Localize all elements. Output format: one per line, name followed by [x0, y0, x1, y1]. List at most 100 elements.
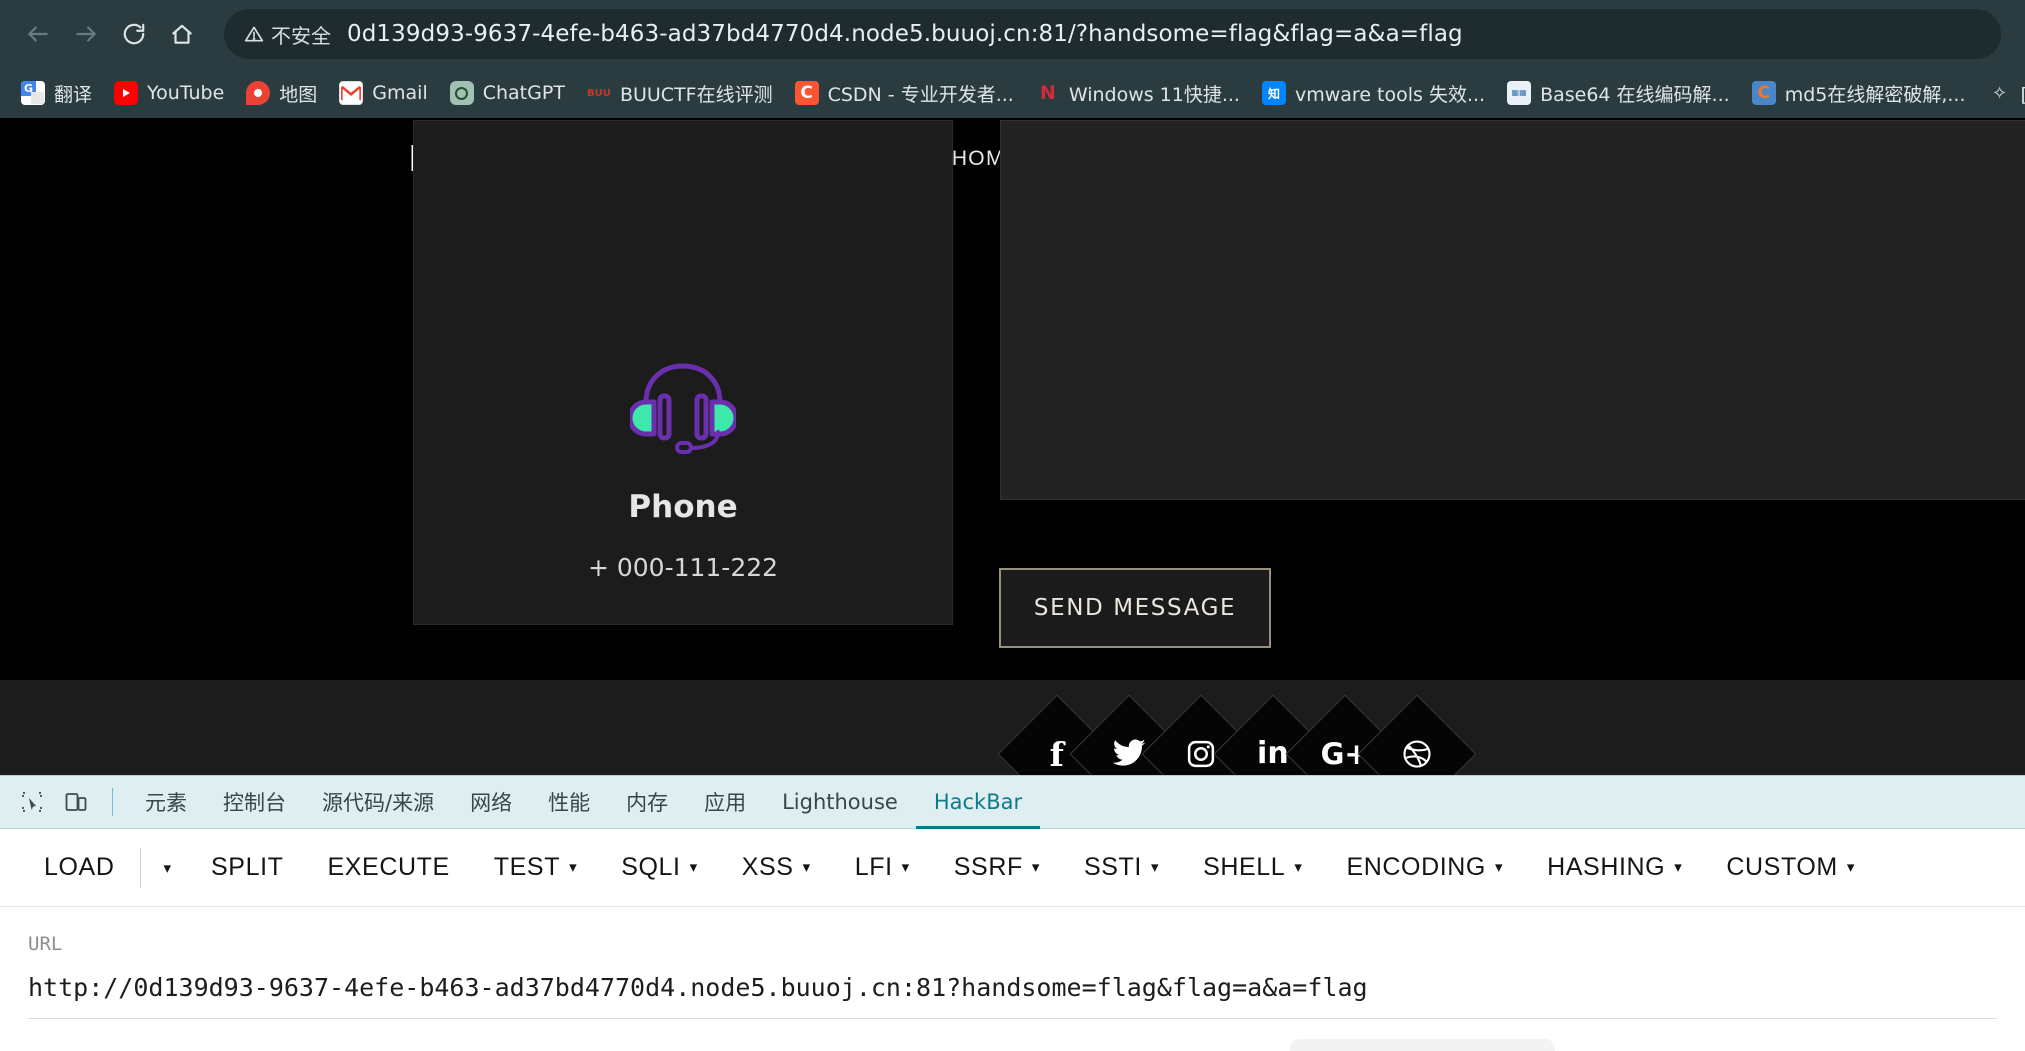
bookmark-item[interactable]: Gmail	[328, 76, 438, 110]
bookmark-label: md5在线解密破解,...	[1784, 83, 1966, 106]
chevron-down-icon: ▾	[1294, 859, 1303, 876]
hackbar-lfi-label: LFI	[854, 853, 893, 881]
warning-triangle-icon	[244, 26, 264, 42]
arrow-right-icon	[76, 26, 96, 42]
bookmark-item[interactable]: C CSDN - 专业开发者...	[784, 75, 1025, 112]
address-bar[interactable]: 不安全 0d139d93-9637-4efe-b463-ad37bd4770d4…	[224, 9, 2001, 59]
bookmark-item[interactable]: 地图	[235, 75, 328, 112]
chevron-down-icon: ▾	[1031, 859, 1040, 876]
contact-section: Phone + 000-111-222 SEND MESSAGE	[0, 120, 2025, 680]
hackbar-ssti-menu[interactable]: SSTI ▾	[1062, 853, 1181, 882]
zhihu-icon: 知	[1261, 81, 1286, 105]
device-toolbar-icon[interactable]	[54, 780, 98, 824]
hackbar-ssrf-menu[interactable]: SSRF ▾	[932, 853, 1062, 882]
devtools-tab-sources[interactable]: 源代码/来源	[304, 776, 452, 829]
hackbar-xss-menu[interactable]: XSS ▾	[720, 853, 833, 882]
security-status-chip[interactable]: 不安全	[244, 20, 347, 49]
message-textarea[interactable]	[1000, 120, 2025, 500]
forward-button[interactable]	[62, 10, 110, 58]
hackbar-url-label: URL	[28, 933, 63, 955]
bookmark-item[interactable]: C md5在线解密破解,...	[1741, 75, 1977, 112]
chevron-down-icon: ▾	[1674, 859, 1683, 876]
home-button[interactable]	[158, 10, 206, 58]
bookmark-item[interactable]: ChatGPT	[439, 76, 576, 110]
inspect-element-icon[interactable]	[10, 780, 54, 824]
devtools-panel: 元素 控制台 源代码/来源 网络 性能 内存 应用 Lighthouse Hac…	[0, 775, 2025, 1051]
send-message-button[interactable]: SEND MESSAGE	[999, 568, 1271, 648]
hackbar-lfi-menu[interactable]: LFI ▾	[833, 853, 932, 882]
bookmarks-bar: G 翻译 YouTube 地图 Gmail ChatGPT BUU BUUCTF…	[0, 68, 2025, 118]
hackbar-ssti-label: SSTI	[1083, 853, 1142, 881]
hackbar-hashing-menu[interactable]: HASHING ▾	[1525, 853, 1704, 882]
bookmark-item[interactable]: N Windows 11快捷...	[1025, 75, 1251, 112]
page-viewport: MARK HOME ABOUT RESUME SERVICE WORK TEST…	[0, 118, 2025, 775]
reload-icon	[123, 23, 145, 45]
devtools-tab-hackbar[interactable]: HackBar	[916, 776, 1040, 829]
hackbar-custom-menu[interactable]: CUSTOM ▾	[1704, 853, 1877, 882]
hackbar-custom-label: CUSTOM	[1726, 853, 1838, 881]
hackbar-divider	[140, 847, 142, 888]
chevron-down-icon: ▾	[1846, 859, 1855, 876]
hackbar-hashing-label: HASHING	[1547, 853, 1666, 881]
csdn-icon: C	[794, 81, 819, 105]
address-bar-url[interactable]: 0d139d93-9637-4efe-b463-ad37bd4770d4.nod…	[347, 21, 1463, 47]
devtools-tab-elements[interactable]: 元素	[127, 776, 205, 829]
site-footer: f in G+	[0, 680, 2025, 775]
bookmark-item[interactable]: ▦▦ Base64 在线编码解...	[1496, 75, 1741, 112]
bookmark-label: Gmail	[372, 82, 428, 104]
n-letter-icon: N	[1039, 82, 1056, 104]
back-button[interactable]	[14, 10, 62, 58]
chevron-down-icon: ▾	[901, 859, 910, 876]
bookmark-item[interactable]: ✧ [~]#棱角 ::[	[1977, 75, 2025, 112]
home-icon	[172, 24, 192, 44]
devtools-tab-performance[interactable]: 性能	[530, 776, 608, 829]
bookmark-item[interactable]: YouTube	[103, 76, 235, 110]
security-status-label: 不安全	[271, 25, 331, 48]
chevron-down-icon: ▾	[1494, 859, 1504, 876]
reload-button[interactable]	[110, 10, 158, 58]
bookmark-label: CSDN - 专业开发者...	[827, 83, 1014, 106]
bookmark-item[interactable]: 知 vmware tools 失效...	[1251, 75, 1496, 112]
facebook-glyph: f	[1049, 734, 1065, 774]
hackbar-load-button[interactable]: LOAD	[22, 853, 136, 882]
devtools-tab-console[interactable]: 控制台	[205, 776, 304, 829]
browser-chrome: 不安全 0d139d93-9637-4efe-b463-ad37bd4770d4…	[0, 0, 2025, 118]
social-links: f in G+	[997, 694, 1477, 775]
youtube-icon	[114, 81, 139, 105]
hackbar-xss-label: XSS	[741, 853, 794, 881]
bookmark-item[interactable]: G 翻译	[10, 75, 103, 112]
base64-icon: ▦▦	[1507, 81, 1532, 105]
devtools-tab-application[interactable]: 应用	[686, 776, 764, 829]
cmd5-icon: C	[1751, 81, 1776, 105]
devtools-tab-network[interactable]: 网络	[452, 776, 530, 829]
hackbar-sqli-menu[interactable]: SQLI ▾	[599, 853, 720, 882]
hackbar-test-label: TEST	[493, 853, 561, 881]
hackbar-shell-menu[interactable]: SHELL ▾	[1181, 853, 1324, 882]
dribbble-icon[interactable]	[1357, 694, 1477, 775]
instagram-glyph	[1186, 739, 1216, 769]
hackbar-test-menu[interactable]: TEST ▾	[472, 853, 599, 882]
devtools-tab-memory[interactable]: 内存	[608, 776, 686, 829]
bookmark-label: YouTube	[147, 82, 225, 104]
hackbar-execute-button[interactable]: EXECUTE	[306, 853, 472, 882]
bookmark-label: vmware tools 失效...	[1294, 83, 1486, 106]
chevron-down-icon: ▾	[1150, 859, 1160, 876]
hackbar-encoding-menu[interactable]: ENCODING ▾	[1324, 853, 1525, 882]
devtools-tab-lighthouse[interactable]: Lighthouse	[764, 776, 916, 829]
bookmark-label: BUUCTF在线评测	[619, 83, 773, 106]
hackbar-url-input[interactable]: http://0d139d93-9637-4efe-b463-ad37bd477…	[28, 973, 1997, 1019]
contact-card-phone: Phone + 000-111-222	[413, 120, 953, 625]
bookmark-item[interactable]: BUU BUUCTF在线评测	[576, 75, 784, 112]
hackbar-toolbar: LOAD ▾ SPLIT EXECUTE TEST ▾ SQLI ▾ XSS ▾ LF…	[0, 829, 2025, 907]
hackbar-sqli-label: SQLI	[621, 853, 681, 881]
hackbar-load-dropdown-caret[interactable]: ▾	[145, 859, 189, 877]
linkedin-glyph: in	[1257, 735, 1289, 771]
hackbar-encoding-label: ENCODING	[1346, 853, 1486, 881]
star-icon: ✧	[1991, 82, 2008, 104]
chevron-down-icon: ▾	[569, 859, 578, 876]
hackbar-split-button[interactable]: SPLIT	[189, 853, 305, 882]
hackbar-url-section: URL http://0d139d93-9637-4efe-b463-ad37b…	[0, 907, 2025, 1019]
devtools-tabbar: 元素 控制台 源代码/来源 网络 性能 内存 应用 Lighthouse Hac…	[0, 776, 2025, 829]
contact-card-title: Phone	[628, 489, 738, 525]
google-maps-icon	[246, 81, 271, 105]
